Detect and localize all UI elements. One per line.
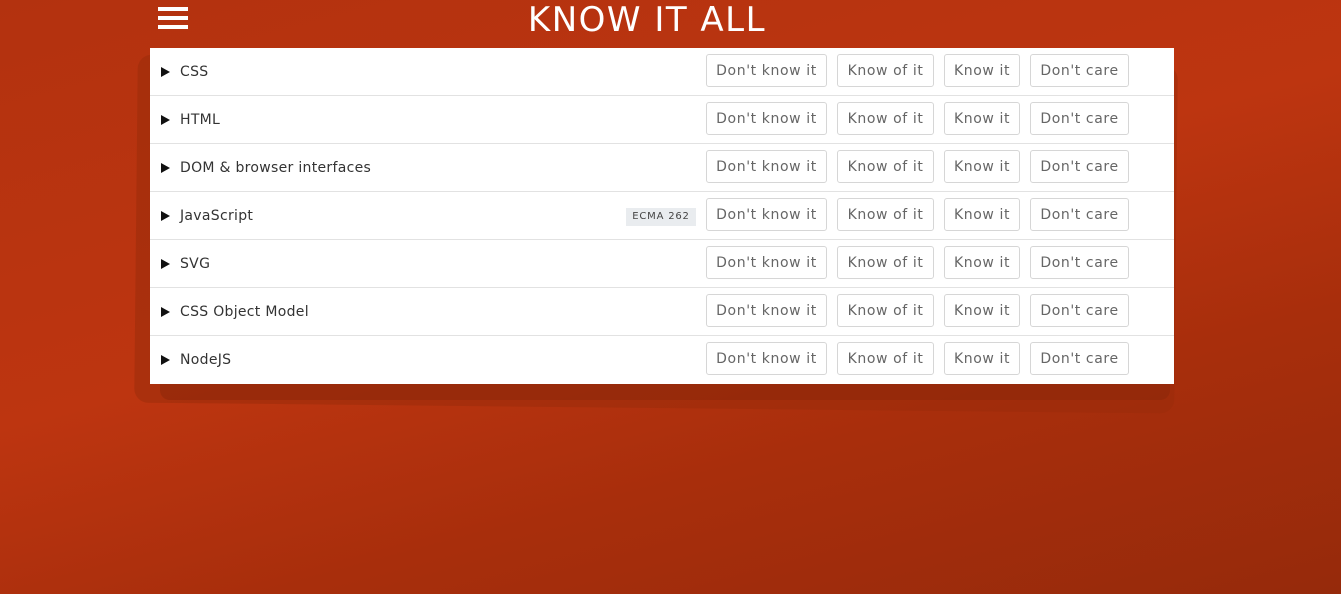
dont-know-it-button[interactable]: Don't know it (706, 102, 827, 135)
dont-care-button[interactable]: Don't care (1030, 294, 1129, 327)
know-of-it-button[interactable]: Know of it (837, 150, 934, 183)
know-it-button[interactable]: Know it (944, 246, 1020, 279)
dont-know-it-button[interactable]: Don't know it (706, 294, 827, 327)
topic-label[interactable]: HTML (180, 112, 220, 128)
topic-label[interactable]: DOM & browser interfaces (180, 160, 371, 176)
expand-triangle-icon[interactable] (161, 306, 170, 317)
know-it-button[interactable]: Know it (944, 102, 1020, 135)
know-it-button[interactable]: Know it (944, 54, 1020, 87)
dont-care-button[interactable]: Don't care (1030, 246, 1129, 279)
expand-triangle-icon[interactable] (161, 162, 170, 173)
topic-row-css: CSS Don't know it Know of it Know it Don… (150, 48, 1174, 96)
know-it-button[interactable]: Know it (944, 198, 1020, 231)
expand-triangle-icon[interactable] (161, 114, 170, 125)
app-header: KNOW IT ALL (0, 0, 1341, 48)
dont-care-button[interactable]: Don't care (1030, 150, 1129, 183)
topic-row-cssom: CSS Object Model Don't know it Know of i… (150, 288, 1174, 336)
dont-care-button[interactable]: Don't care (1030, 342, 1129, 375)
page-title: KNOW IT ALL (527, 0, 767, 40)
topic-row-svg: SVG Don't know it Know of it Know it Don… (150, 240, 1174, 288)
expand-triangle-icon[interactable] (161, 258, 170, 269)
dont-know-it-button[interactable]: Don't know it (706, 150, 827, 183)
know-of-it-button[interactable]: Know of it (837, 246, 934, 279)
dont-care-button[interactable]: Don't care (1030, 54, 1129, 87)
dont-care-button[interactable]: Don't care (1030, 198, 1129, 231)
dont-care-button[interactable]: Don't care (1030, 102, 1129, 135)
topic-label[interactable]: SVG (180, 256, 210, 272)
dont-know-it-button[interactable]: Don't know it (706, 246, 827, 279)
dont-know-it-button[interactable]: Don't know it (706, 54, 827, 87)
expand-triangle-icon[interactable] (161, 210, 170, 221)
expand-triangle-icon[interactable] (161, 355, 170, 365)
topic-row-nodejs: NodeJS Don't know it Know of it Know it … (150, 336, 1174, 384)
topics-list: CSS Don't know it Know of it Know it Don… (150, 48, 1174, 384)
dont-know-it-button[interactable]: Don't know it (706, 342, 827, 375)
know-it-button[interactable]: Know it (944, 294, 1020, 327)
know-of-it-button[interactable]: Know of it (837, 54, 934, 87)
know-of-it-button[interactable]: Know of it (837, 342, 934, 375)
topic-row-html: HTML Don't know it Know of it Know it Do… (150, 96, 1174, 144)
topic-row-javascript: JavaScript ECMA 262 Don't know it Know o… (150, 192, 1174, 240)
topic-label[interactable]: NodeJS (180, 352, 231, 368)
know-it-button[interactable]: Know it (944, 150, 1020, 183)
know-of-it-button[interactable]: Know of it (837, 102, 934, 135)
topic-label[interactable]: JavaScript (180, 208, 253, 224)
expand-triangle-icon[interactable] (161, 66, 170, 77)
spec-badge: ECMA 262 (626, 208, 696, 226)
know-of-it-button[interactable]: Know of it (837, 294, 934, 327)
know-of-it-button[interactable]: Know of it (837, 198, 934, 231)
topic-label[interactable]: CSS Object Model (180, 304, 309, 320)
know-it-button[interactable]: Know it (944, 342, 1020, 375)
topic-row-dom: DOM & browser interfaces Don't know it K… (150, 144, 1174, 192)
dont-know-it-button[interactable]: Don't know it (706, 198, 827, 231)
topic-label[interactable]: CSS (180, 64, 208, 80)
